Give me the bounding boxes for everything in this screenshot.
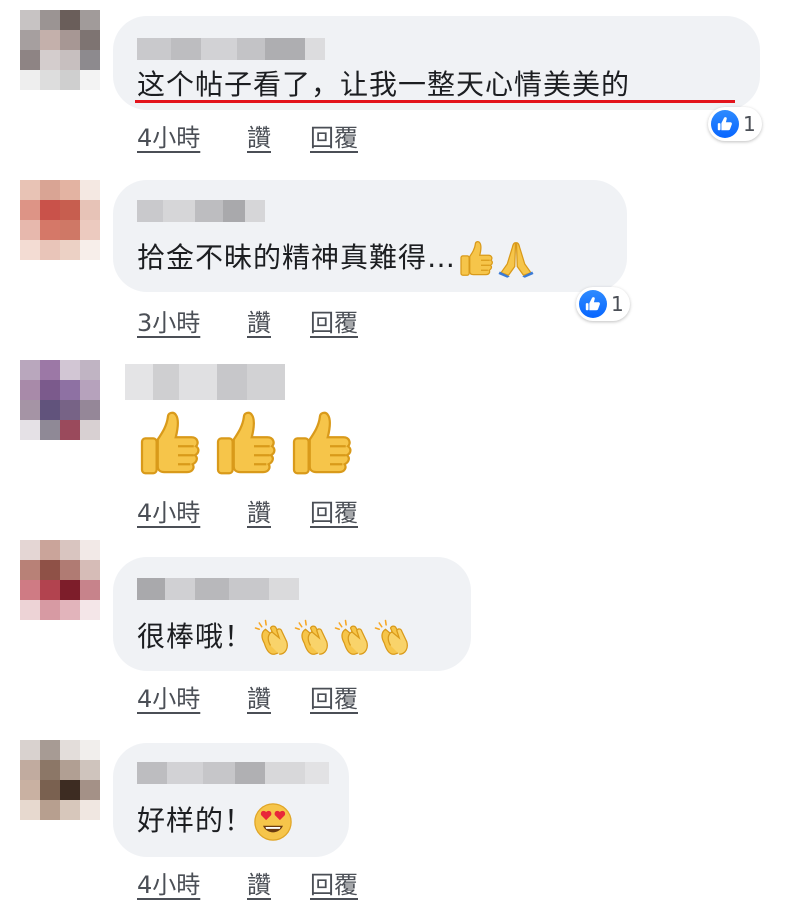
thumbs-up-icon: [285, 408, 357, 480]
thumbs-up-icon: [456, 239, 496, 279]
author-name[interactable]: [137, 38, 325, 60]
avatar[interactable]: [20, 360, 100, 440]
timestamp-link[interactable]: 4小時: [137, 679, 200, 714]
timestamp-link[interactable]: 4小時: [137, 493, 200, 528]
author-name[interactable]: [137, 200, 265, 222]
reaction-badge[interactable]: 1: [576, 287, 630, 321]
comment-text: 拾金不昧的精神真難得…: [137, 236, 536, 279]
timestamp-link[interactable]: 4小時: [137, 865, 200, 900]
emoji-row: [133, 408, 357, 480]
clapping-hands-icon: [253, 618, 293, 658]
clapping-hands-icon: [333, 618, 373, 658]
comment-bubble: 这个帖子看了，让我一整天心情美美的: [113, 16, 760, 110]
like-icon: [579, 290, 607, 318]
highlight-underline: [135, 100, 735, 103]
reaction-count: 1: [743, 112, 756, 136]
thumbs-up-icon: [133, 408, 205, 480]
reply-button[interactable]: 回覆: [310, 679, 358, 714]
clapping-hands-icon: [293, 618, 333, 658]
timestamp-link[interactable]: 3小時: [137, 303, 200, 338]
reply-button[interactable]: 回覆: [310, 118, 358, 153]
like-icon: [711, 110, 739, 138]
avatar[interactable]: [20, 540, 100, 620]
comment-bubble: 拾金不昧的精神真難得…: [113, 180, 627, 292]
clapping-hands-icon: [373, 618, 413, 658]
timestamp-link[interactable]: 4小時: [137, 118, 200, 153]
thumbs-up-icon: [209, 408, 281, 480]
reaction-badge[interactable]: 1: [708, 107, 762, 141]
comment-bubble: 好样的！: [113, 743, 349, 857]
reaction-count: 1: [611, 292, 624, 316]
like-button[interactable]: 讚: [247, 303, 271, 338]
avatar[interactable]: [20, 180, 100, 260]
like-button[interactable]: 讚: [247, 118, 271, 153]
author-name[interactable]: [125, 364, 285, 400]
like-button[interactable]: 讚: [247, 679, 271, 714]
like-button[interactable]: 讚: [247, 493, 271, 528]
comment-text: 这个帖子看了，让我一整天心情美美的: [137, 68, 631, 101]
author-name[interactable]: [137, 762, 329, 784]
reply-button[interactable]: 回覆: [310, 865, 358, 900]
avatar[interactable]: [20, 10, 100, 90]
comment-text: 很棒哦！: [137, 615, 413, 658]
like-button[interactable]: 讚: [247, 865, 271, 900]
author-name[interactable]: [137, 578, 299, 600]
comment-text-body: 很棒哦！: [137, 620, 254, 653]
reply-button[interactable]: 回覆: [310, 303, 358, 338]
heart-eyes-face-icon: [253, 802, 293, 842]
avatar[interactable]: [20, 740, 100, 820]
comment-bubble: 很棒哦！: [113, 557, 471, 671]
comment-text-body: 拾金不昧的精神真難得…: [137, 241, 457, 274]
comment-text-body: 好样的！: [137, 804, 254, 837]
folded-hands-icon: [496, 239, 536, 279]
reply-button[interactable]: 回覆: [310, 493, 358, 528]
comment-text: 好样的！: [137, 799, 293, 842]
